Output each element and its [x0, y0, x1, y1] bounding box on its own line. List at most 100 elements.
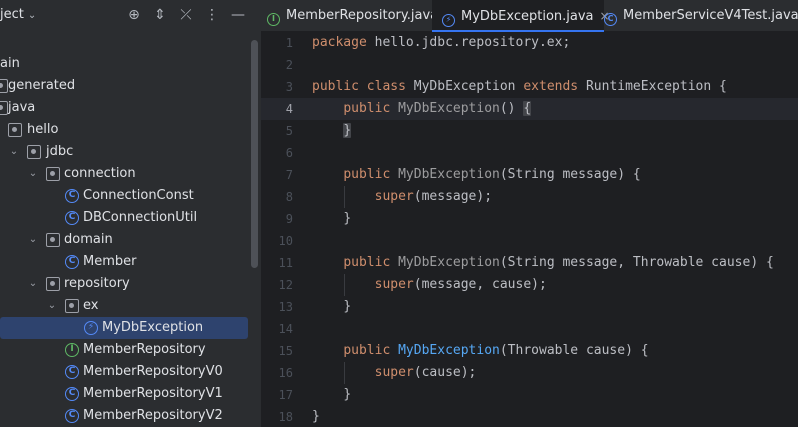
tree-item-memberrepository[interactable]: I MemberRepository [0, 339, 261, 361]
package-icon [46, 277, 60, 291]
hide-panel-icon[interactable]: — [228, 5, 248, 25]
tab-mydbexception[interactable]: ⚡ MyDbException.java × [432, 0, 610, 32]
tree-item-label: ex [83, 298, 99, 313]
project-tree-scrollbar[interactable] [251, 40, 258, 268]
line-number: 12 [278, 278, 293, 292]
collapse-all-icon[interactable]: ⤫ [176, 5, 196, 25]
tree-item-dbconnectionutil[interactable]: C DBConnectionUtil [0, 207, 261, 229]
line-number: 10 [278, 234, 293, 248]
tree-item-jdbc[interactable]: ⌄ jdbc [0, 141, 261, 163]
tree-item-memberrepositoryv0[interactable]: C MemberRepositoryV0 [0, 361, 261, 383]
class-icon: C [65, 409, 79, 423]
keyword: super [374, 277, 414, 292]
tree-item-label: MemberRepositoryV2 [83, 408, 223, 423]
constructor-name-used: MyDbException [390, 343, 500, 358]
tree-item-label: MemberRepositoryV1 [83, 386, 223, 401]
options-menu-icon[interactable]: ⋮ [202, 5, 222, 25]
tree-item-connectionconst[interactable]: C ConnectionConst [0, 185, 261, 207]
line-number: 5 [285, 124, 293, 138]
constructor-name: MyDbException [390, 101, 500, 116]
line-number: 2 [285, 58, 293, 72]
package-icon [27, 145, 41, 159]
tree-item-member[interactable]: C Member [0, 251, 261, 273]
tab-memberservicev4test[interactable]: C MemberServiceV4Test.java [604, 0, 798, 32]
line-number: 17 [278, 388, 293, 402]
tree-item-label: MyDbException [102, 320, 204, 335]
tree-item-connection[interactable]: ⌄ connection [0, 163, 261, 185]
code-line-11: public MyDbException(String message, Thr… [312, 252, 774, 274]
code-line-17: } [312, 384, 351, 406]
tree-item-java[interactable]: java [0, 97, 261, 119]
package-icon [46, 167, 60, 181]
chevron-down-icon[interactable]: ⌄ [8, 141, 20, 163]
line-number: 14 [278, 322, 293, 336]
tab-label: MyDbException.java [461, 9, 594, 24]
keyword: class [366, 79, 406, 94]
code-text: } [343, 299, 352, 314]
tree-item-label: MemberRepository [83, 342, 206, 357]
code-text: (cause); [413, 365, 477, 380]
tab-label: MemberServiceV4Test.java [623, 8, 798, 23]
keyword: public [312, 79, 359, 94]
package-icon [65, 299, 79, 313]
tree-item-ex[interactable]: ⌄ ex [0, 295, 261, 317]
locate-file-icon[interactable]: ⊕ [124, 5, 144, 25]
code-line-1: package hello.jdbc.repository.ex; [312, 32, 570, 54]
code-text: } [343, 211, 352, 226]
code-text: () [499, 101, 524, 116]
tree-item-domain[interactable]: ⌄ domain [0, 229, 261, 251]
folder-icon [0, 101, 8, 115]
class-icon: C [604, 13, 617, 26]
code-text: (message, cause); [413, 277, 547, 292]
code-text: (String message, Throwable cause) { [499, 255, 774, 270]
chevron-down-icon[interactable]: ⌄ [27, 163, 39, 185]
tree-item-label: ConnectionConst [83, 188, 194, 203]
chevron-down-icon[interactable]: ⌄ [46, 295, 58, 317]
code-text: } [312, 409, 320, 424]
tree-item-label: ain [0, 56, 20, 71]
tree-item-label: Member [83, 254, 137, 269]
line-number: 1 [285, 36, 293, 50]
tree-item-mydbexception[interactable]: ⚡ MyDbException [0, 317, 261, 339]
line-number: 18 [278, 410, 293, 424]
keyword: public [343, 343, 391, 358]
chevron-down-icon[interactable]: ⌄ [27, 229, 39, 251]
keyword: public [343, 255, 391, 270]
class-name: MyDbException [405, 79, 524, 94]
tree-item-memberrepositoryv1[interactable]: C MemberRepositoryV1 [0, 383, 261, 405]
tree-item-generated[interactable]: generated [0, 75, 261, 97]
project-view-selector[interactable]: ject ⌄ [0, 7, 36, 22]
keyword: extends [523, 79, 579, 94]
code-line-3: public class MyDbException extends Runti… [312, 76, 727, 98]
line-number: 13 [278, 300, 293, 314]
project-panel: ject ⌄ ⊕ ⇕ ⤫ ⋮ — ain generated java hello… [0, 0, 261, 427]
tree-item-label: repository [64, 276, 130, 291]
class-icon: C [65, 189, 79, 203]
keyword: public [343, 101, 391, 116]
code-editor[interactable]: 1 2 3 4 5 6 7 8 9 10 11 12 13 14 15 16 1… [261, 32, 798, 427]
project-title: ject [0, 7, 24, 22]
line-number: 7 [285, 168, 293, 182]
editor-tab-bar: I MemberRepository.java ⚡ MyDbException.ja… [261, 0, 798, 32]
code-line-16: super(cause); [312, 362, 477, 384]
code-text: (message); [413, 189, 493, 204]
interface-icon: I [267, 13, 280, 26]
folder-icon [0, 79, 8, 93]
tree-item-repository[interactable]: ⌄ repository [0, 273, 261, 295]
tree-item-memberrepositoryv2[interactable]: C MemberRepositoryV2 [0, 405, 261, 427]
tree-item-main[interactable]: ain [0, 53, 261, 75]
chevron-down-icon[interactable]: ⌄ [27, 273, 39, 295]
line-number: 15 [278, 344, 293, 358]
line-number: 9 [285, 212, 293, 226]
tree-item-hello[interactable]: hello [0, 119, 261, 141]
tab-label: MemberRepository.java [286, 8, 439, 23]
tree-item-label: generated [8, 78, 76, 93]
class-icon: C [65, 211, 79, 225]
code-line-5: } [312, 120, 352, 142]
tree-item-label: hello [27, 122, 59, 137]
code-line-13: } [312, 296, 351, 318]
expand-all-icon[interactable]: ⇕ [150, 5, 170, 25]
code-line-4: public MyDbException() { [312, 98, 532, 120]
tab-memberrepository[interactable]: I MemberRepository.java [267, 0, 446, 32]
exception-class-icon: ⚡ [442, 14, 455, 27]
